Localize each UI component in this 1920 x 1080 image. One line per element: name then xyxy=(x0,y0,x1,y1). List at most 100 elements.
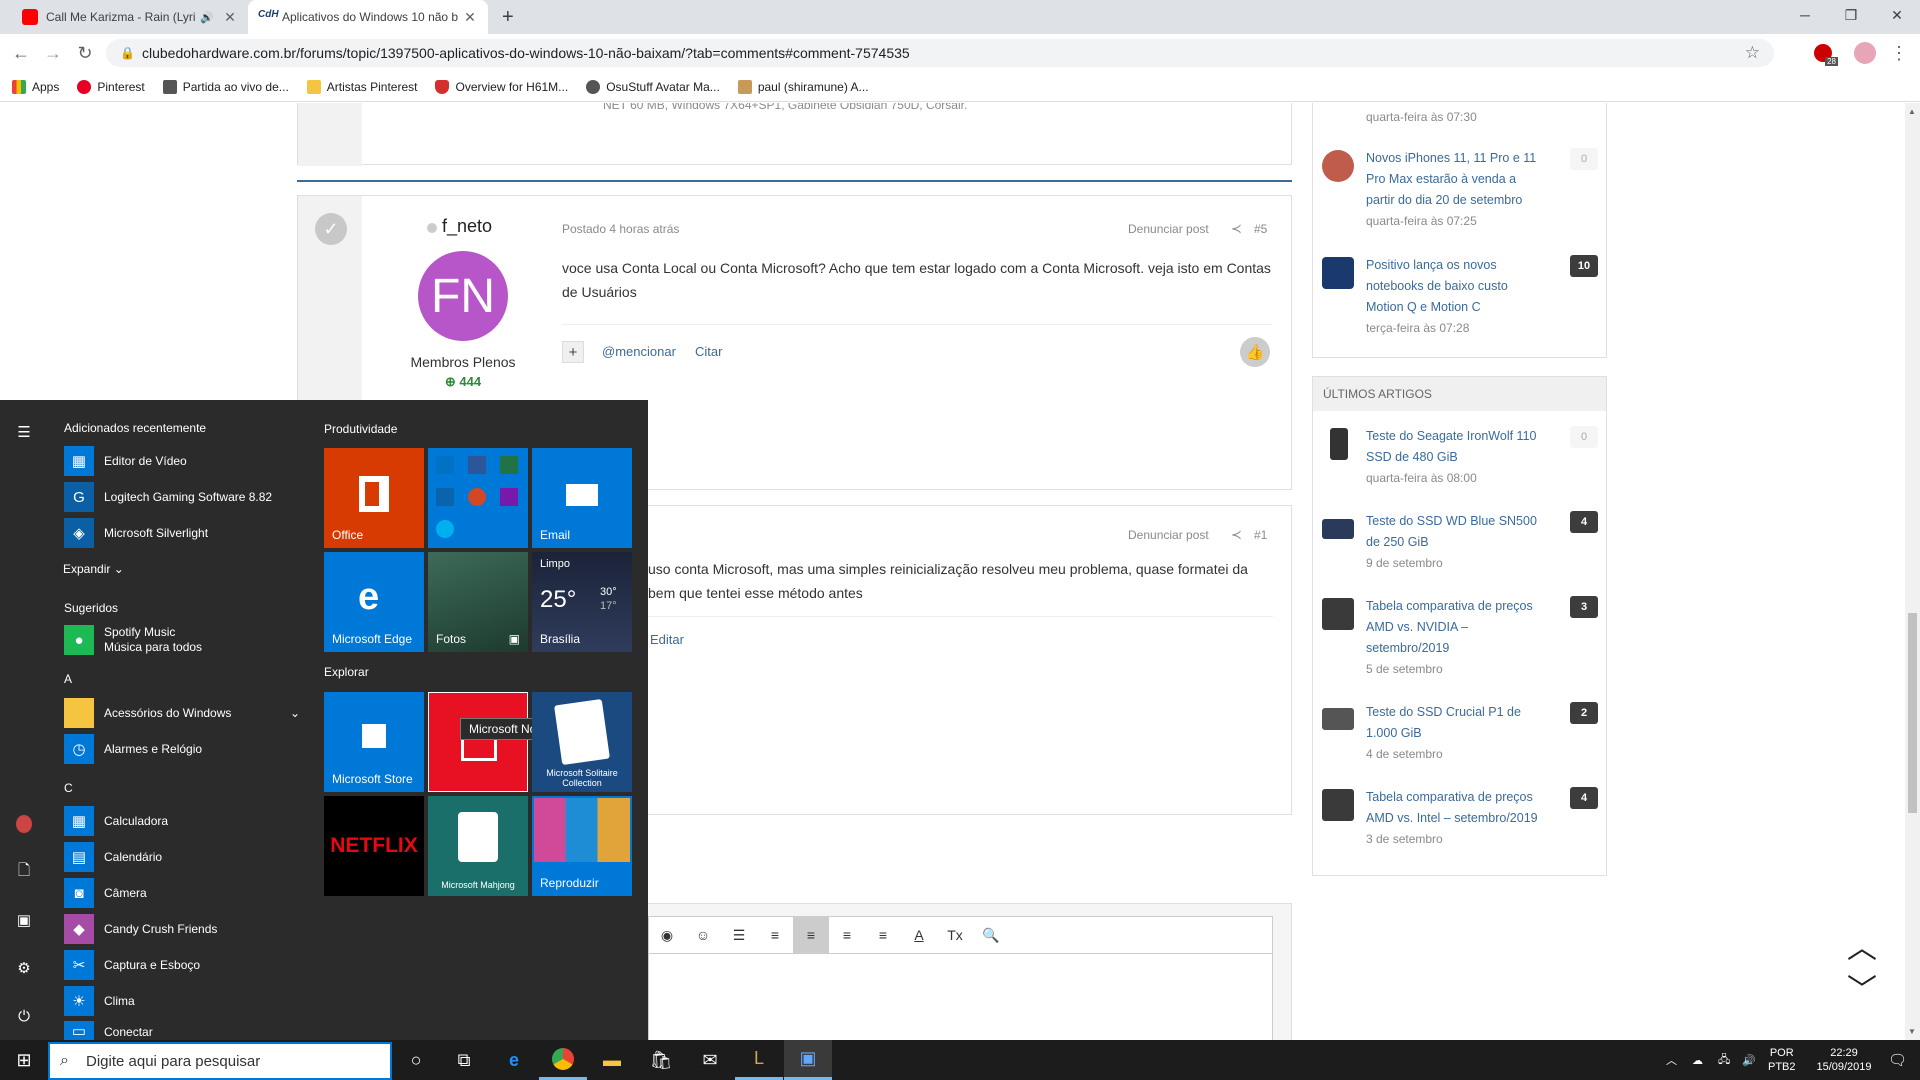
documents-icon[interactable]: 🗋 xyxy=(12,860,36,884)
tile-email[interactable]: Email xyxy=(532,448,632,548)
scroll-up-icon[interactable]: ︿ xyxy=(1847,923,1877,967)
article-item[interactable]: Teste do Seagate IronWolf 110 SSD de 480… xyxy=(1330,426,1598,489)
bookmark-pinterest[interactable]: Pinterest xyxy=(77,79,145,94)
tab-clubedohardware[interactable]: CdH Aplicativos do Windows 10 não b... ✕ xyxy=(248,0,488,34)
volume-tray-icon[interactable]: 🔊 xyxy=(1742,1040,1756,1080)
windows-start-icon[interactable]: ⊞ xyxy=(0,1040,48,1080)
article-item[interactable]: Tabela comparativa de preços AMD vs. Int… xyxy=(1322,787,1598,850)
author-name[interactable]: f_neto xyxy=(442,216,492,237)
emoji-icon[interactable]: ☺ xyxy=(685,927,721,943)
bullet-list-icon[interactable]: ☰ xyxy=(721,927,757,944)
store-taskbar-icon[interactable]: 🛍 xyxy=(637,1040,685,1080)
scroll-up-arrow[interactable]: ▲ xyxy=(1908,107,1916,116)
new-tab-button[interactable]: + xyxy=(492,0,526,34)
sidebar-news-item[interactable]: quarta-feira às 07:30 xyxy=(1366,107,1598,128)
edit-link[interactable]: Editar xyxy=(650,632,684,647)
menu-icon[interactable]: ⋮ xyxy=(1884,38,1914,68)
page-scrollbar[interactable]: ▲ ▼ xyxy=(1905,103,1920,1040)
clock[interactable]: 22:29 15/09/2019 xyxy=(1808,1040,1880,1080)
sidebar-news-item[interactable]: Novos iPhones 11, 11 Pro e 11 Pro Max es… xyxy=(1322,148,1598,232)
quote-link[interactable]: Citar xyxy=(695,344,722,359)
app-candy-crush[interactable]: ◆ Candy Crush Friends xyxy=(64,913,217,945)
clear-format-icon[interactable]: Tx xyxy=(937,927,973,943)
tile-solitaire[interactable]: Microsoft Solitaire Collection xyxy=(532,692,632,792)
back-icon[interactable]: ← xyxy=(6,38,36,68)
like-icon[interactable]: 👍 xyxy=(1240,337,1270,367)
tile-news[interactable] xyxy=(428,692,528,792)
hamburger-menu-icon[interactable]: ☰ xyxy=(12,420,36,444)
scroll-down-arrow[interactable]: ▼ xyxy=(1908,1027,1916,1036)
profile-avatar[interactable] xyxy=(1850,38,1880,68)
bookmark-overview[interactable]: Overview for H61M... xyxy=(435,79,568,94)
plus-button[interactable]: + xyxy=(562,341,584,363)
tile-office-apps-folder[interactable] xyxy=(428,448,528,548)
app-calendario[interactable]: ▤ Calendário xyxy=(64,841,162,873)
speaker-icon[interactable]: 🔊 xyxy=(200,11,214,24)
league-taskbar-icon[interactable]: L xyxy=(735,1040,783,1080)
action-center-icon[interactable]: 🗨 xyxy=(1888,1040,1907,1080)
avatar[interactable]: FN xyxy=(418,251,508,341)
app-camera[interactable]: ◙ Câmera xyxy=(64,877,147,909)
close-tab-icon[interactable]: ✕ xyxy=(222,9,238,26)
app-conectar[interactable]: ▭ Conectar xyxy=(64,1021,153,1040)
tile-store[interactable]: Microsoft Store xyxy=(324,692,424,792)
reload-icon[interactable]: ↻ xyxy=(70,38,100,68)
article-item[interactable]: Tabela comparativa de preços AMD vs. NVI… xyxy=(1322,596,1598,680)
align-left-icon[interactable]: ≡ xyxy=(793,917,829,953)
bookmark-artistas[interactable]: Artistas Pinterest xyxy=(306,79,417,94)
league-client-taskbar-icon[interactable]: ▣ xyxy=(784,1040,832,1080)
mail-taskbar-icon[interactable]: ✉ xyxy=(686,1040,734,1080)
cortana-icon[interactable]: ○ xyxy=(392,1040,440,1080)
share-icon[interactable]: ≺ xyxy=(1231,221,1242,237)
forward-icon[interactable]: → xyxy=(38,38,68,68)
language-indicator[interactable]: POR PTB2 xyxy=(1768,1040,1796,1080)
bookmark-paul[interactable]: paul (shiramune) A... xyxy=(737,79,869,94)
numbered-list-icon[interactable]: ≡ xyxy=(757,927,793,943)
app-spotify-suggested[interactable]: ● Spotify Music Música para todos xyxy=(64,623,202,657)
extension-icon[interactable]: 28 xyxy=(1808,38,1838,68)
report-post-link[interactable]: Denunciar post xyxy=(1128,222,1209,236)
show-hidden-icons-chevron[interactable]: ︿ xyxy=(1666,1040,1677,1080)
network-tray-icon[interactable]: 🖧 xyxy=(1718,1040,1730,1080)
find-icon[interactable]: 🔍 xyxy=(973,927,1009,944)
tile-netflix[interactable]: NETFLIX xyxy=(324,796,424,896)
bookmark-apps[interactable]: Apps xyxy=(12,79,59,94)
tile-photos[interactable]: Fotos ▣ xyxy=(428,552,528,652)
power-icon[interactable]: ⏻ xyxy=(12,1004,36,1028)
close-tab-icon[interactable]: ✕ xyxy=(462,9,478,26)
settings-gear-icon[interactable]: ⚙ xyxy=(12,956,36,980)
user-avatar-icon[interactable] xyxy=(12,812,36,836)
post-number[interactable]: #5 xyxy=(1254,222,1267,236)
task-view-icon[interactable]: ⧉ xyxy=(440,1040,488,1080)
font-color-icon[interactable]: A xyxy=(901,927,937,943)
minimize-button[interactable]: ─ xyxy=(1782,0,1828,30)
editor-area[interactable] xyxy=(648,954,1273,1040)
article-item[interactable]: Teste do SSD WD Blue SN500 de 250 GiB 9 … xyxy=(1322,511,1598,574)
bookmark-partida[interactable]: Partida ao vivo de... xyxy=(162,79,289,94)
file-explorer-icon[interactable]: ▬ xyxy=(588,1040,636,1080)
tile-office[interactable]: Office xyxy=(324,448,424,548)
align-center-icon[interactable]: ≡ xyxy=(829,927,865,943)
sidebar-news-item[interactable]: Positivo lança os novos notebooks de bai… xyxy=(1322,255,1598,339)
bookmark-star-icon[interactable]: ☆ xyxy=(1745,43,1760,63)
mention-link[interactable]: @mencionar xyxy=(602,344,676,359)
app-acessorios[interactable]: Acessórios do Windows ⌄ xyxy=(64,697,300,729)
onedrive-tray-icon[interactable]: ☁ xyxy=(1692,1040,1703,1080)
pictures-icon[interactable]: ▣ xyxy=(12,908,36,932)
expand-button[interactable]: Expandir ⌄ xyxy=(63,562,124,576)
chrome-taskbar-icon[interactable] xyxy=(539,1040,587,1080)
article-item[interactable]: Teste do SSD Crucial P1 de 1.000 GiB 4 d… xyxy=(1322,702,1598,765)
post-number[interactable]: #1 xyxy=(1254,528,1267,542)
tile-edge[interactable]: e Microsoft Edge xyxy=(324,552,424,652)
app-editor-video[interactable]: ▦ Editor de Vídeo xyxy=(64,445,187,477)
letter-a[interactable]: A xyxy=(64,672,72,686)
tile-weather[interactable]: Limpo 25° 30° 17° Brasília xyxy=(532,552,632,652)
app-alarmes[interactable]: ◷ Alarmes e Relógio xyxy=(64,733,202,765)
app-calculadora[interactable]: ▦ Calculadora xyxy=(64,805,168,837)
align-right-icon[interactable]: ≡ xyxy=(865,927,901,943)
tab-youtube[interactable]: Call Me Karizma - Rain (Lyrics) 🔊 ✕ xyxy=(12,0,248,34)
taskbar-search-box[interactable]: ⌕ Digite aqui para pesquisar xyxy=(48,1042,392,1080)
restore-button[interactable]: ❐ xyxy=(1828,0,1874,30)
app-silverlight[interactable]: ◈ Microsoft Silverlight xyxy=(64,517,208,549)
bookmark-osustuff[interactable]: OsuStuff Avatar Ma... xyxy=(586,79,720,94)
